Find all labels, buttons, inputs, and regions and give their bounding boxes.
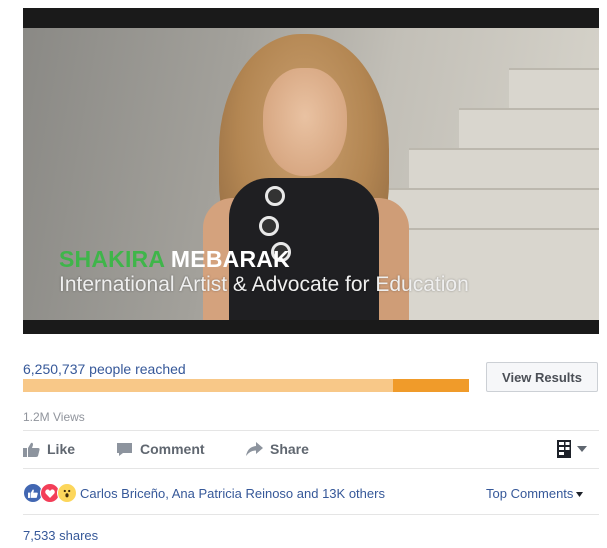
top-comments-label: Top Comments	[486, 486, 574, 501]
share-button[interactable]: Share	[246, 441, 309, 457]
chevron-down-icon	[577, 446, 587, 452]
share-count[interactable]: 7,533 shares	[23, 528, 98, 543]
reactions-names[interactable]: Carlos Briceño, Ana Patricia Reinoso and…	[80, 486, 385, 501]
view-count: 1.2M Views	[23, 410, 85, 424]
speaker-name: SHAKIRA MEBARAK	[59, 246, 469, 273]
wow-reaction-icon	[57, 483, 77, 503]
top-comments-dropdown[interactable]: Top Comments	[486, 486, 584, 501]
garment-ring	[265, 186, 285, 206]
reach-progress-fill	[23, 379, 394, 392]
video-lower-third: SHAKIRA MEBARAK International Artist & A…	[59, 246, 469, 297]
reach-progress-bar	[23, 379, 469, 392]
garment-ring	[259, 216, 279, 236]
page-menu-button[interactable]	[556, 439, 587, 459]
video-subject-face	[263, 68, 347, 176]
comment-button[interactable]: Comment	[116, 441, 205, 457]
view-results-button[interactable]: View Results	[486, 362, 598, 392]
like-label: Like	[47, 441, 76, 457]
speaker-last-name: MEBARAK	[170, 246, 290, 272]
share-arrow-icon	[246, 442, 263, 456]
speaker-title: International Artist & Advocate for Educ…	[59, 273, 469, 296]
thumbs-up-icon	[23, 442, 40, 457]
people-reached[interactable]: 6,250,737 people reached	[23, 361, 186, 377]
speaker-first-name: SHAKIRA	[59, 246, 165, 272]
like-button[interactable]: Like	[23, 441, 75, 457]
comment-label: Comment	[140, 441, 205, 457]
divider	[23, 514, 599, 515]
comment-icon	[117, 442, 132, 456]
video-player[interactable]: SHAKIRA MEBARAK International Artist & A…	[23, 8, 599, 334]
share-label: Share	[270, 441, 309, 457]
page-menu-icon	[557, 440, 571, 458]
chevron-down-icon	[576, 492, 584, 498]
divider	[23, 468, 599, 469]
reactions-summary[interactable]: Carlos Briceño, Ana Patricia Reinoso and…	[23, 483, 385, 503]
reaction-icons	[23, 483, 77, 503]
divider	[23, 430, 599, 431]
